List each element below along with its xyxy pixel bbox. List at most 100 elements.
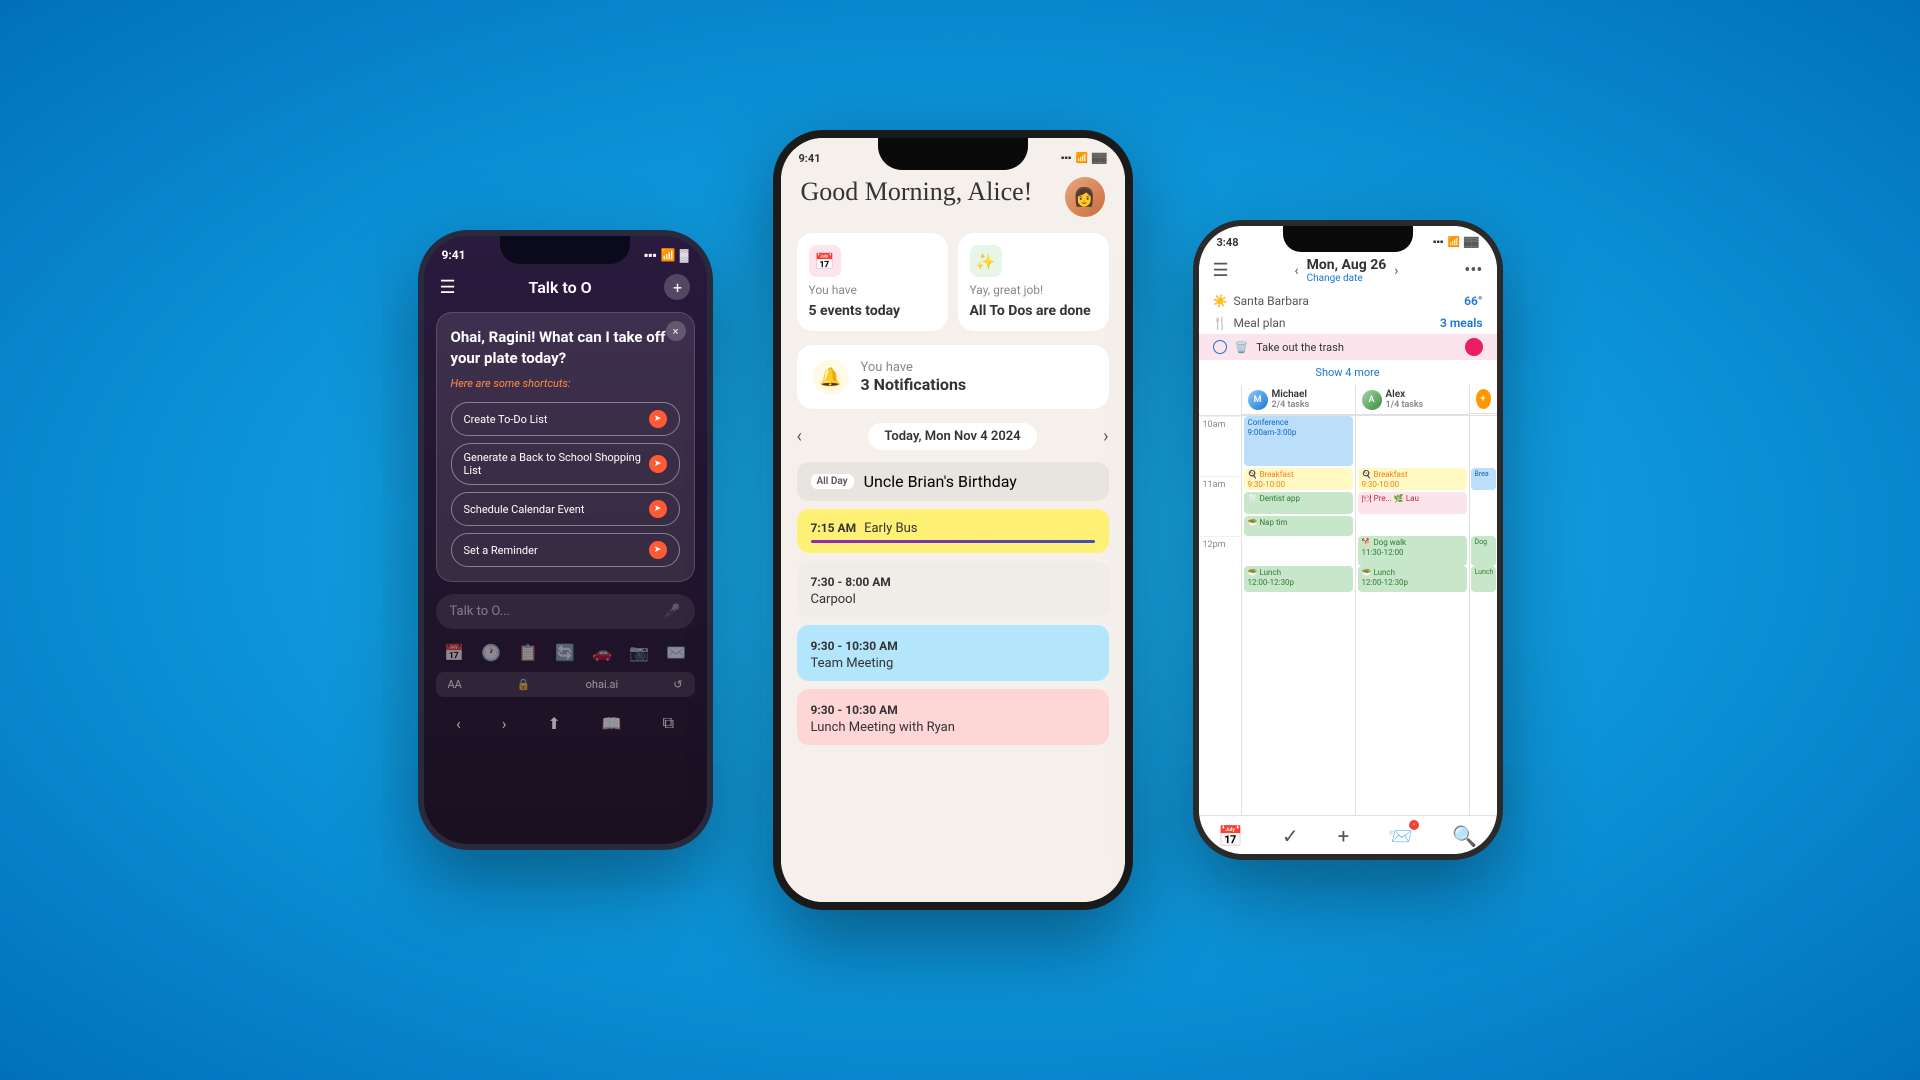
calendar-date-title: Mon, Aug 26: [1307, 257, 1387, 273]
signal-icon: ▪▪▪: [1433, 237, 1444, 248]
send-icon-1: ➤: [649, 410, 667, 428]
time-label-12: 12pm: [1199, 536, 1241, 596]
event-team-meeting[interactable]: 9:30 - 10:30 AM Team Meeting: [797, 625, 1109, 681]
people-header-row: M Michael 2/4 tasks A Alex 1/4 tasks: [1199, 385, 1497, 416]
event-carpool[interactable]: 7:30 - 8:00 AM Carpool: [797, 561, 1109, 617]
photo-icon[interactable]: 📷: [629, 643, 649, 662]
send-icon-3: ➤: [649, 500, 667, 518]
alex-avatar: A: [1362, 390, 1382, 410]
dentist-event[interactable]: 🦷 Dentist app: [1244, 492, 1353, 514]
conference-event[interactable]: Conference9:00am-3:00p: [1244, 416, 1353, 466]
search-nav-button[interactable]: 🔍: [1452, 824, 1477, 848]
close-button[interactable]: ×: [666, 321, 686, 341]
signal-icon: ▪▪▪: [644, 248, 657, 262]
phone-2-notch: [878, 138, 1028, 170]
task-avatar: [1465, 338, 1483, 356]
calendar-date-nav: ‹ Mon, Aug 26 Change date ›: [1229, 257, 1465, 284]
michael-calendar: Conference9:00am-3:00p 🍳 Breakfast9:30-1…: [1241, 416, 1355, 815]
clock-icon[interactable]: 🕐: [481, 643, 501, 662]
sync-icon[interactable]: 🔄: [555, 643, 575, 662]
pre-event[interactable]: 🍽 Pre... 🌿 Lau: [1358, 492, 1467, 514]
chat-input[interactable]: Talk to O... 🎤: [436, 594, 695, 629]
phone-2-content: 9:41 ▪▪▪ 📶 ▓▓ Good Morning, Alice! 👩 📅 Y…: [781, 138, 1125, 902]
todos-card-value: All To Dos are done: [970, 303, 1097, 319]
todos-card[interactable]: ✨ Yay, great job! All To Dos are done: [958, 233, 1109, 331]
calendar-card-icon: 📅: [809, 245, 841, 277]
time-label-11: 11am: [1199, 476, 1241, 536]
hamburger-icon[interactable]: ☰: [1213, 260, 1229, 281]
event-allday[interactable]: All Day Uncle Brian's Birthday: [797, 462, 1109, 501]
input-placeholder: Talk to O...: [450, 604, 510, 619]
event-early-bus[interactable]: 7:15 AM Early Bus: [797, 509, 1109, 553]
forward-button[interactable]: ›: [502, 714, 507, 733]
shortcut-4[interactable]: Set a Reminder ➤: [451, 533, 680, 567]
phone-1-notch: [500, 236, 630, 264]
shortcut-3[interactable]: Schedule Calendar Event ➤: [451, 492, 680, 526]
event-progress-bar: [811, 540, 1095, 543]
dog-walk-event-a[interactable]: 🐕 Dog walk11:30-12:00: [1358, 536, 1467, 566]
list-icon[interactable]: 📋: [518, 643, 538, 662]
add-button[interactable]: +: [664, 274, 690, 300]
prev-month-button[interactable]: ‹: [1294, 263, 1298, 279]
show-more-button[interactable]: Show 4 more: [1199, 360, 1497, 385]
person-col-michael: M Michael 2/4 tasks: [1241, 385, 1355, 415]
event-lunch-meeting[interactable]: 9:30 - 10:30 AM Lunch Meeting with Ryan: [797, 689, 1109, 745]
person-header-michael: M Michael 2/4 tasks: [1242, 385, 1355, 415]
lunch-event-a[interactable]: 🥗 Lunch12:00-12:30p: [1358, 566, 1467, 592]
calendar-icon[interactable]: 📅: [444, 643, 464, 662]
wifi-icon: 📶: [1447, 237, 1459, 248]
greeting-text: Good Morning, Alice!: [801, 177, 1033, 207]
event-time-4: 9:30 - 10:30 AM: [811, 703, 898, 717]
fork-icon: 🍴: [1213, 316, 1228, 330]
next-date-button[interactable]: ›: [1103, 426, 1108, 447]
back-button[interactable]: ‹: [456, 714, 461, 733]
meal-plan-label: 🍴 Meal plan: [1213, 316, 1286, 330]
prev-date-button[interactable]: ‹: [797, 426, 802, 447]
phone-1: 9:41 ▪▪▪ 📶 ▓ ☰ Talk to O + × Ohai, Ragin…: [418, 230, 713, 850]
phone-3-content: 3:48 ▪▪▪ 📶 ▓▓ ☰ ‹ Mon, Aug 26 Change dat…: [1199, 226, 1497, 854]
bookmarks-icon[interactable]: 📖: [602, 714, 622, 733]
alex-name: Alex: [1386, 389, 1424, 400]
menu-icon[interactable]: ☰: [440, 277, 456, 298]
next-month-button[interactable]: ›: [1394, 263, 1398, 279]
browser-url: ohai.ai: [586, 678, 619, 691]
car-icon[interactable]: 🚗: [592, 643, 612, 662]
alex-tasks: 1/4 tasks: [1386, 400, 1424, 410]
task-text: Take out the trash: [1256, 341, 1344, 354]
mail-icon[interactable]: ✉️: [666, 643, 686, 662]
breakfast-event-a[interactable]: 🍳 Breakfast9:30-10:00: [1358, 468, 1467, 490]
inbox-nav-button[interactable]: 📨 •: [1388, 824, 1413, 848]
inbox-badge: •: [1409, 820, 1419, 830]
events-card[interactable]: 📅 You have 5 events today: [797, 233, 948, 331]
breakfast-event-m[interactable]: 🍳 Breakfast9:30-10:00: [1244, 468, 1353, 490]
nap-event[interactable]: 🥗 Nap tim: [1244, 516, 1353, 536]
michael-avatar: M: [1248, 390, 1268, 410]
tabs-icon[interactable]: ⧉: [663, 713, 674, 733]
person-header-more: +: [1470, 385, 1497, 414]
lunch-event-m[interactable]: 🥗 Lunch12:00-12:30p: [1244, 566, 1353, 592]
calendar-nav-button[interactable]: 📅: [1218, 824, 1243, 848]
add-nav-button[interactable]: +: [1338, 824, 1349, 848]
task-row[interactable]: 🗑️ Take out the trash: [1199, 334, 1497, 360]
event-name-1: Early Bus: [864, 521, 917, 536]
michael-tasks: 2/4 tasks: [1272, 400, 1310, 410]
refresh-icon[interactable]: ↺: [673, 678, 682, 691]
phone-2: 9:41 ▪▪▪ 📶 ▓▓ Good Morning, Alice! 👩 📅 Y…: [773, 130, 1133, 910]
share-icon[interactable]: ⬆: [547, 714, 560, 733]
battery-icon: ▓▓: [1464, 237, 1479, 248]
chat-bubble: × Ohai, Ragini! What can I take off your…: [436, 312, 695, 582]
shortcut-1[interactable]: Create To-Do List ➤: [451, 402, 680, 436]
shortcut-2[interactable]: Generate a Back to School Shopping List …: [451, 443, 680, 485]
person-col-alex: A Alex 1/4 tasks: [1355, 385, 1469, 415]
time-label-10: 10am: [1199, 416, 1241, 476]
notifications-card[interactable]: 🔔 You have 3 Notifications: [797, 345, 1109, 409]
browser-bar[interactable]: AA 🔒 ohai.ai ↺: [436, 672, 695, 697]
mic-icon[interactable]: 🎤: [664, 604, 680, 619]
change-date-link[interactable]: Change date: [1307, 273, 1387, 284]
notif-value: 3 Notifications: [861, 375, 967, 394]
more-options-icon[interactable]: •••: [1464, 260, 1482, 281]
more-calendar: Brea Dog Lunch: [1469, 416, 1497, 815]
task-checkbox[interactable]: [1213, 340, 1227, 354]
phone-1-header: ☰ Talk to O +: [424, 266, 707, 312]
check-nav-button[interactable]: ✓: [1282, 824, 1299, 848]
